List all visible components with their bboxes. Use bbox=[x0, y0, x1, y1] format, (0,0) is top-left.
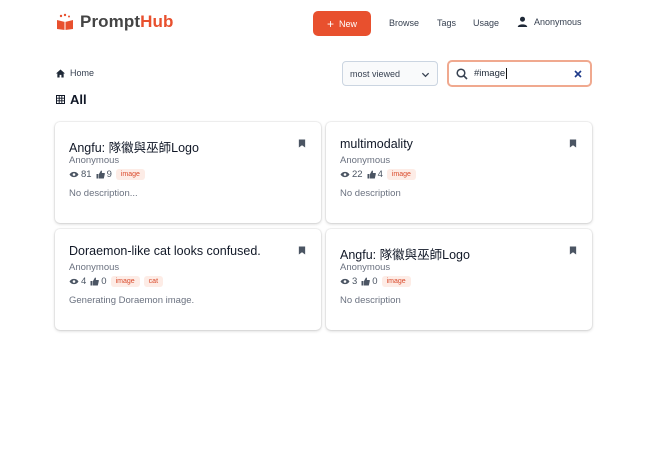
user-menu[interactable]: Anonymous bbox=[517, 16, 582, 27]
tag-badge[interactable]: image bbox=[110, 276, 140, 287]
section-title-text: All bbox=[70, 92, 87, 107]
card-stats: 4 0 image cat bbox=[69, 276, 167, 287]
bookmark-icon[interactable] bbox=[569, 139, 577, 148]
eye-icon bbox=[340, 278, 350, 285]
like-count: 0 bbox=[101, 276, 107, 287]
like-count: 4 bbox=[377, 169, 383, 180]
new-prompt-button[interactable]: + New bbox=[313, 11, 371, 36]
eye-icon bbox=[69, 171, 79, 178]
card-author: Anonymous bbox=[340, 155, 391, 166]
sort-select[interactable]: most viewed bbox=[342, 61, 438, 86]
grid-icon bbox=[56, 95, 65, 104]
nav-tags[interactable]: Tags bbox=[437, 18, 456, 28]
search-icon bbox=[456, 67, 468, 80]
nav-browse[interactable]: Browse bbox=[389, 18, 419, 28]
view-count: 81 bbox=[81, 169, 92, 180]
card-stats: 81 9 image bbox=[69, 169, 149, 180]
card-author: Anonymous bbox=[340, 262, 391, 273]
view-count: 22 bbox=[352, 169, 363, 180]
card-description: No description... bbox=[69, 188, 138, 199]
card-title: multimodality bbox=[340, 137, 413, 151]
user-icon bbox=[517, 16, 528, 27]
search-input[interactable]: #image bbox=[447, 60, 592, 87]
thumbs-up-icon bbox=[96, 170, 105, 179]
search-query: #image bbox=[474, 67, 508, 79]
view-count: 3 bbox=[352, 276, 358, 287]
card-author: Anonymous bbox=[69, 262, 120, 273]
prompt-card[interactable]: multimodality Anonymous 22 4 image No de… bbox=[326, 122, 592, 223]
prompt-card[interactable]: Angfu: 隊徽與巫師Logo Anonymous 3 0 image No … bbox=[326, 229, 592, 330]
clear-icon[interactable] bbox=[574, 69, 582, 78]
prompt-card[interactable]: Doraemon-like cat looks confused. Anonym… bbox=[55, 229, 321, 330]
home-icon bbox=[56, 68, 65, 78]
app-name: PromptHub bbox=[80, 12, 174, 31]
like-count: 9 bbox=[106, 169, 112, 180]
card-author: Anonymous bbox=[69, 155, 120, 166]
card-description: Generating Doraemon image. bbox=[69, 295, 195, 306]
nav-usage[interactable]: Usage bbox=[473, 18, 499, 28]
eye-icon bbox=[69, 278, 79, 285]
top-bar: PromptHub + New Browse Tags Usage Anonym… bbox=[0, 0, 645, 48]
bookmark-icon[interactable] bbox=[569, 246, 577, 255]
tag-badge[interactable]: cat bbox=[143, 276, 164, 287]
plus-icon: + bbox=[326, 16, 334, 31]
thumbs-up-icon bbox=[90, 277, 100, 286]
card-title: Angfu: 隊徽與巫師Logo bbox=[340, 248, 470, 262]
thumbs-up-icon bbox=[367, 170, 376, 179]
tag-badge[interactable]: image bbox=[381, 276, 411, 287]
breadcrumb[interactable]: Home bbox=[56, 68, 94, 78]
new-button-label: New bbox=[339, 18, 358, 29]
card-title: Doraemon-like cat looks confused. bbox=[69, 244, 261, 258]
like-count: 0 bbox=[372, 276, 378, 287]
card-description: No description bbox=[340, 188, 401, 199]
eye-icon bbox=[340, 171, 350, 178]
book-logo-icon bbox=[57, 13, 73, 30]
bookmark-icon[interactable] bbox=[298, 246, 306, 255]
chevron-down-icon bbox=[421, 72, 430, 78]
card-stats: 22 4 image bbox=[340, 169, 420, 180]
card-title: Angfu: 隊徽與巫師Logo bbox=[69, 141, 199, 155]
tag-badge[interactable]: image bbox=[115, 169, 145, 180]
card-description: No description bbox=[340, 295, 401, 306]
tag-badge[interactable]: image bbox=[386, 169, 416, 180]
user-name: Anonymous bbox=[534, 16, 582, 27]
card-stats: 3 0 image bbox=[340, 276, 415, 287]
bookmark-icon[interactable] bbox=[298, 139, 306, 148]
prompt-card[interactable]: Angfu: 隊徽與巫師Logo Anonymous 81 9 image No… bbox=[55, 122, 321, 223]
thumbs-up-icon bbox=[361, 277, 371, 286]
section-title: All bbox=[56, 92, 87, 107]
breadcrumb-home: Home bbox=[70, 68, 95, 78]
view-count: 4 bbox=[81, 276, 87, 287]
app-logo[interactable]: PromptHub bbox=[56, 12, 173, 32]
sort-value: most viewed bbox=[350, 68, 401, 79]
